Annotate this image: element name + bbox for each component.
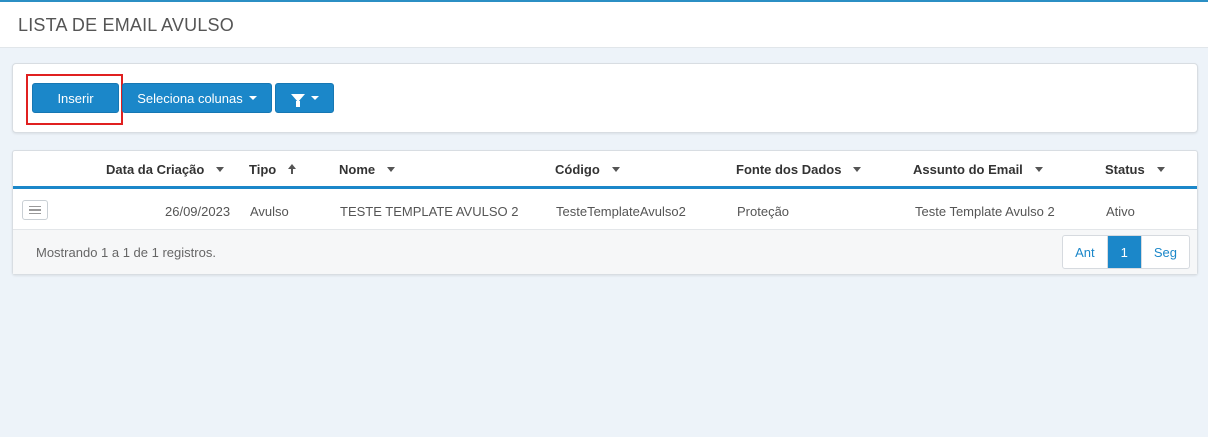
sort-caret-icon bbox=[387, 167, 396, 172]
cell-codigo: TesteTemplateAvulso2 bbox=[556, 204, 686, 219]
cell-nome: TESTE TEMPLATE AVULSO 2 bbox=[340, 204, 519, 219]
sort-caret-icon bbox=[611, 167, 620, 172]
sort-caret-icon bbox=[853, 167, 862, 172]
page-title: LISTA DE EMAIL AVULSO bbox=[18, 15, 234, 35]
filter-button[interactable] bbox=[275, 83, 334, 113]
filter-icon bbox=[290, 94, 305, 107]
sort-caret-icon bbox=[1034, 167, 1043, 172]
pagination-page-1[interactable]: 1 bbox=[1106, 236, 1141, 268]
column-header-nome[interactable]: Nome bbox=[339, 162, 396, 177]
toolbar-panel: Inserir Seleciona colunas bbox=[12, 63, 1198, 133]
column-header-status[interactable]: Status bbox=[1105, 162, 1165, 177]
data-table: Data da Criação Tipo Nome Código Fonte d… bbox=[12, 150, 1198, 275]
table-row[interactable]: 26/09/2023 Avulso TESTE TEMPLATE AVULSO … bbox=[13, 192, 1197, 230]
cell-data-criacao: 26/09/2023 bbox=[165, 204, 231, 219]
cell-fonte: Proteção bbox=[737, 204, 790, 219]
page-header: LISTA DE EMAIL AVULSO bbox=[0, 2, 1208, 48]
table-footer: Mostrando 1 a 1 de 1 registros. Ant 1 Se… bbox=[13, 230, 1197, 274]
select-columns-button[interactable]: Seleciona colunas bbox=[122, 83, 272, 113]
column-header-codigo[interactable]: Código bbox=[555, 162, 620, 177]
sort-caret-icon bbox=[216, 167, 225, 172]
pagination: Ant 1 Seg bbox=[1062, 235, 1190, 269]
caret-down-icon bbox=[248, 96, 257, 100]
pagination-next-button[interactable]: Seg bbox=[1140, 236, 1189, 268]
insert-button-label: Inserir bbox=[57, 90, 94, 106]
caret-down-icon bbox=[310, 96, 319, 100]
sort-caret-icon bbox=[1156, 167, 1165, 172]
column-header-assunto[interactable]: Assunto do Email bbox=[913, 162, 1043, 177]
column-header-fonte[interactable]: Fonte dos Dados bbox=[736, 162, 862, 177]
column-header-tipo[interactable]: Tipo bbox=[249, 162, 297, 177]
column-header-data-criacao[interactable]: Data da Criação bbox=[106, 162, 225, 177]
pagination-prev-button[interactable]: Ant bbox=[1063, 236, 1107, 268]
select-columns-label: Seleciona colunas bbox=[137, 90, 243, 106]
records-info: Mostrando 1 a 1 de 1 registros. bbox=[36, 245, 216, 260]
insert-button[interactable]: Inserir bbox=[32, 83, 119, 113]
cell-status: Ativo bbox=[1106, 204, 1135, 219]
cell-tipo: Avulso bbox=[250, 204, 289, 219]
sort-ascending-icon bbox=[288, 164, 297, 175]
table-header: Data da Criação Tipo Nome Código Fonte d… bbox=[13, 151, 1197, 189]
cell-assunto: Teste Template Avulso 2 bbox=[915, 204, 1055, 219]
row-menu-icon[interactable] bbox=[22, 200, 48, 220]
